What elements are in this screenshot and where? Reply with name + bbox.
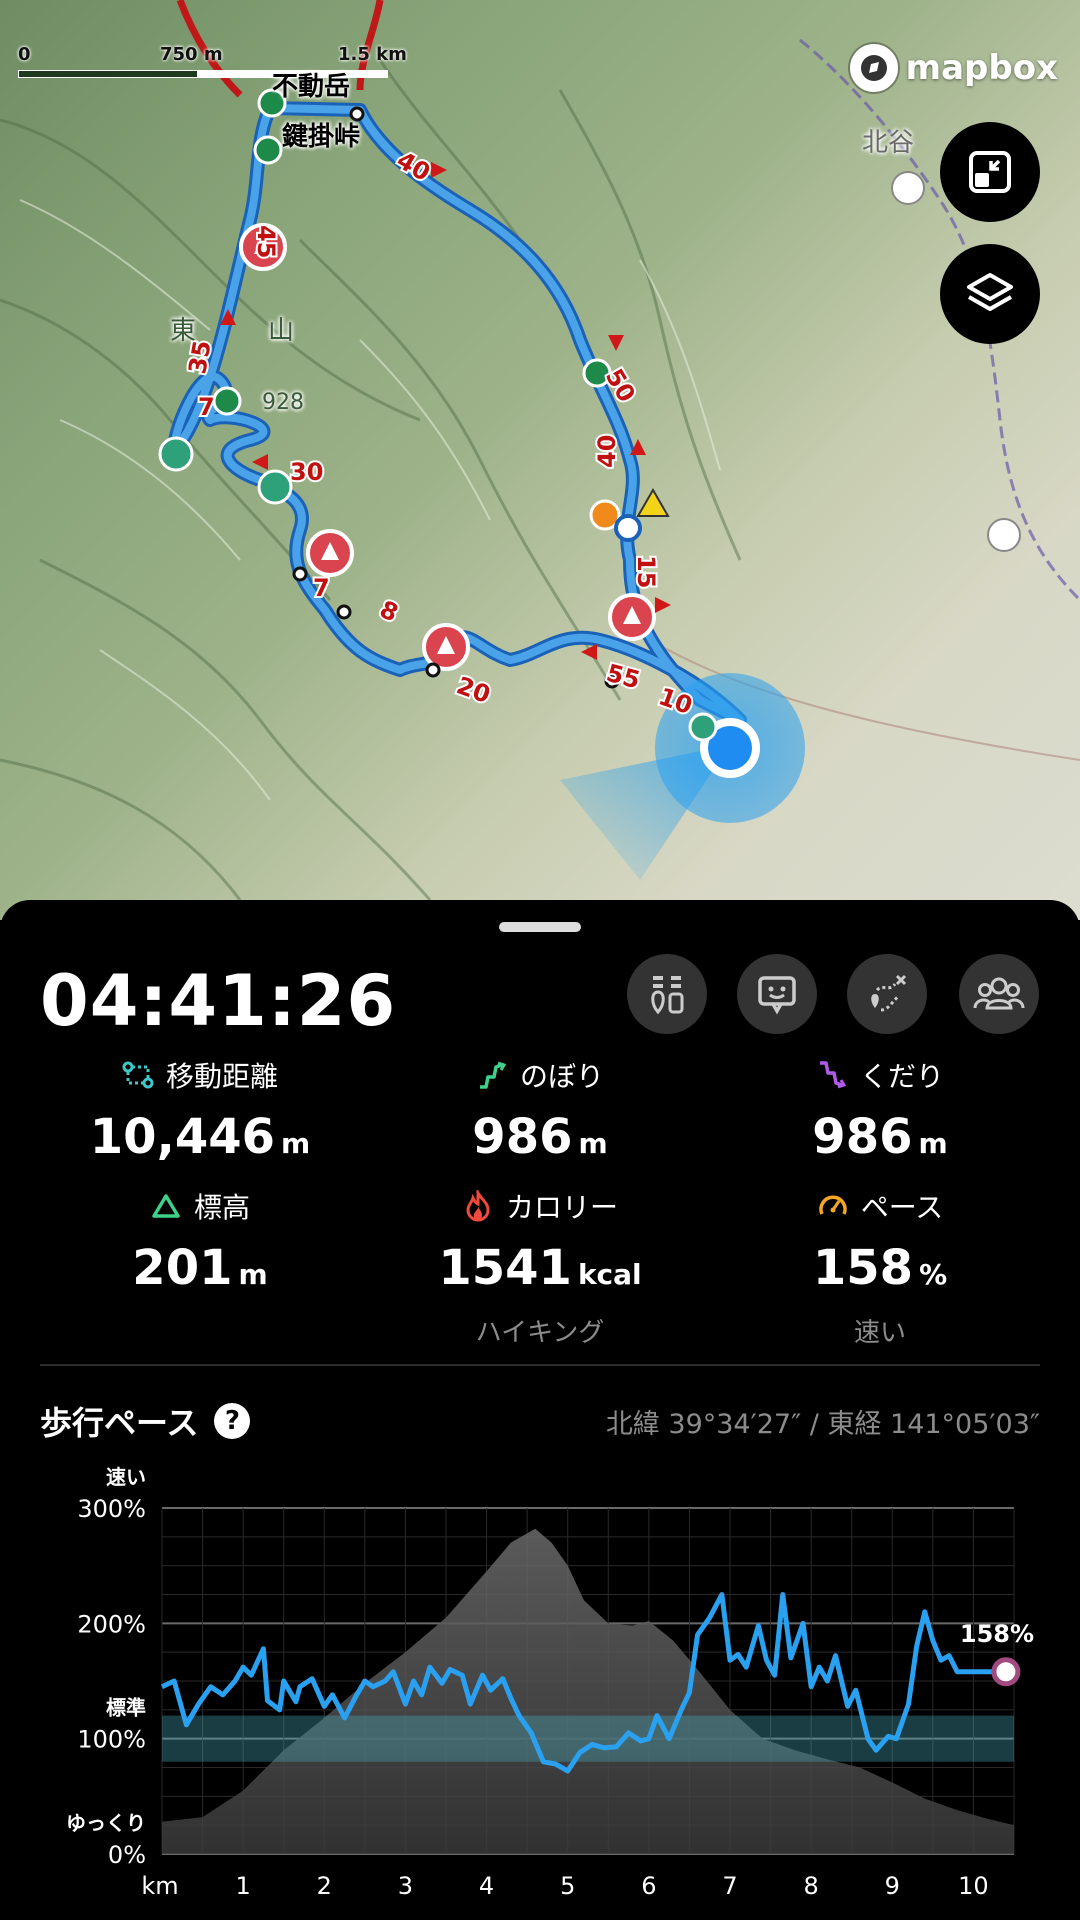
section-divider [40, 1364, 1040, 1366]
stat-distance-value: 10,446 [89, 1109, 276, 1165]
stat-calorie-unit: kcal [577, 1258, 642, 1291]
x-tick-label: 2 [317, 1872, 332, 1900]
y-axis-caption: 標準 [106, 1696, 146, 1720]
scale-mid-label: 750 m [160, 44, 223, 65]
stat-descent-label: くだり [859, 1060, 944, 1093]
stat-pace-label: ペース [860, 1191, 944, 1224]
place-label-mountain-2: 山 [268, 316, 295, 346]
place-label-area: 北谷 [862, 128, 915, 158]
message-button[interactable] [737, 954, 817, 1034]
stat-ascent-unit: m [578, 1127, 608, 1160]
x-axis-label: km [141, 1872, 178, 1900]
mapbox-logo-icon [849, 44, 898, 92]
stat-ascent: のぼり 986 m [370, 1055, 710, 1165]
route-pin-icon [871, 974, 907, 1012]
gear-list-icon [651, 976, 684, 1015]
distance-icon [122, 1061, 154, 1089]
stat-altitude-label: 標高 [193, 1191, 250, 1224]
km-marker: 20 [453, 671, 494, 709]
pace-chart: 158% 300% 200% 100% 0% 速い標準ゆっくり km 1 2 3 4 5 6 7 8 9 10 [66, 1465, 1034, 1900]
ascent-icon [479, 1061, 507, 1089]
place-label-peak: 不動岳 [272, 72, 351, 102]
stat-distance: 移動距離 10,446 m [30, 1055, 370, 1165]
stat-descent-value: 986 [812, 1109, 913, 1165]
km-marker: 55 [603, 659, 643, 695]
layers-button[interactable] [940, 244, 1040, 344]
y-tick-label: 300% [77, 1495, 146, 1523]
flame-icon [466, 1190, 490, 1222]
map-view[interactable]: 40 45 35 7 30 7 8 20 55 10 15 40 50 0 75… [0, 0, 1080, 920]
stat-calorie-value: 1541 [438, 1240, 572, 1296]
place-label-mountain-1: 東 [170, 316, 197, 346]
stat-descent: くだり 986 m [710, 1055, 1050, 1165]
stat-calorie-activity: ハイキング [475, 1318, 605, 1348]
route-button[interactable] [847, 954, 927, 1034]
km-marker: 30 [290, 458, 323, 486]
stat-calorie: カロリー 1541 kcal ハイキング [370, 1186, 710, 1349]
fullscreen-button[interactable] [940, 122, 1040, 222]
y-tick-label: 0% [108, 1841, 146, 1869]
km-marker: 45 [252, 225, 280, 258]
current-coordinates: 北緯 39°34′27″ / 東経 141°05′03″ [605, 1409, 1040, 1440]
stat-distance-unit: m [281, 1127, 311, 1160]
scale-bar-dark [18, 70, 198, 78]
x-tick-label: 10 [958, 1872, 989, 1900]
descent-icon [819, 1061, 847, 1089]
x-tick-label: 4 [479, 1872, 494, 1900]
stat-altitude-value: 201 [132, 1240, 233, 1296]
stat-descent-unit: m [918, 1127, 948, 1160]
y-tick-label: 200% [77, 1610, 146, 1638]
group-button[interactable] [959, 954, 1039, 1034]
stat-altitude-unit: m [238, 1258, 268, 1291]
scale-zero-label: 0 [18, 44, 31, 65]
chat-message-icon [758, 976, 796, 1015]
y-tick-label: 100% [77, 1726, 146, 1754]
y-axis-caption: 速い [106, 1465, 146, 1489]
mapbox-logo-text: mapbox [905, 48, 1058, 88]
stat-pace-unit: % [919, 1258, 948, 1291]
stat-pace: ペース 158% 速い [710, 1186, 1050, 1349]
x-tick-label: 7 [722, 1872, 737, 1900]
km-marker: 7 [313, 574, 330, 602]
layers-icon [967, 273, 1013, 311]
km-marker: 40 [593, 435, 621, 468]
y-axis-caption: ゆっくり [66, 1811, 146, 1835]
x-tick-label: 6 [641, 1872, 656, 1900]
mountain-icon [152, 1194, 180, 1218]
current-pace-label: 158% [960, 1620, 1034, 1648]
x-tick-label: 1 [236, 1872, 251, 1900]
stat-pace-value: 158 [812, 1240, 914, 1296]
stat-pace-rating: 速い [853, 1318, 906, 1348]
x-tick-label: 3 [398, 1872, 413, 1900]
terrain-layer: 40 45 35 7 30 7 8 20 55 10 15 40 50 [0, 0, 1080, 901]
km-marker: 15 [632, 555, 660, 588]
km-marker: 8 [375, 595, 402, 627]
pace-section-header: 歩行ペース ? [40, 1398, 251, 1444]
pace-section-title: 歩行ペース [40, 1404, 199, 1442]
group-members-icon [973, 977, 1025, 1010]
x-tick-label: 9 [885, 1872, 900, 1900]
elevation-label: 928 [262, 390, 304, 415]
mapbox-logo: mapbox [849, 44, 1058, 92]
x-tick-label: 8 [804, 1872, 819, 1900]
elapsed-timer: 04:41:26 [40, 960, 397, 1042]
stat-calorie-label: カロリー [505, 1191, 618, 1224]
km-marker: 7 [198, 393, 215, 421]
x-tick-label: 5 [560, 1872, 575, 1900]
stat-ascent-label: のぼり [519, 1060, 604, 1093]
help-icon[interactable]: ? [214, 1403, 251, 1439]
place-label-pass: 鍵掛峠 [282, 122, 361, 152]
current-pace-marker [991, 1657, 1021, 1687]
speedometer-icon [818, 1195, 847, 1215]
stat-distance-label: 移動距離 [165, 1060, 278, 1093]
scale-max-label: 1.5 km [338, 44, 407, 65]
stat-altitude: 標高 201 m [30, 1186, 370, 1296]
fullscreen-icon [969, 151, 1011, 193]
sheet-drag-handle[interactable] [499, 922, 581, 932]
gear-list-button[interactable] [627, 954, 707, 1034]
stat-ascent-value: 986 [472, 1109, 573, 1165]
